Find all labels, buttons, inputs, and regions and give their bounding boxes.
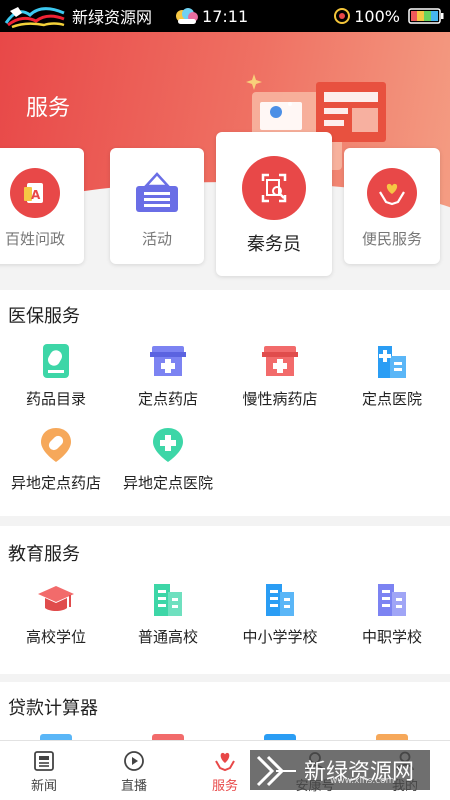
nav-service[interactable]: 服务 xyxy=(195,749,255,794)
nav-news[interactable]: 新闻 xyxy=(14,749,74,794)
news-icon xyxy=(34,751,54,771)
card-label: 百姓问政 xyxy=(4,230,65,248)
service-heart-icon xyxy=(215,752,235,772)
medicine-catalog-icon xyxy=(43,344,69,378)
section-title: 医保服务 xyxy=(8,306,80,327)
card-label: 活动 xyxy=(141,230,172,248)
status-time: 17:11 xyxy=(202,6,249,26)
grid-label: 慢性病药店 xyxy=(242,390,318,408)
grid-label: 异地定点药店 xyxy=(10,474,101,492)
location-target-icon xyxy=(334,8,351,24)
card-bianmin-fuwu[interactable]: 便民服务 xyxy=(344,148,440,264)
battery-icon xyxy=(408,8,444,24)
section-title: 教育服务 xyxy=(8,544,80,565)
grid-label: 异地定点医院 xyxy=(122,474,213,492)
grid-item-remote-pharmacy[interactable]: 异地定点药店 xyxy=(0,426,112,493)
section-title: 贷款计算器 xyxy=(8,698,98,719)
watermark-sub: www.xlhs.com xyxy=(330,776,395,786)
battery-percent: 100% xyxy=(354,6,400,26)
nav-label: 新闻 xyxy=(30,779,57,794)
remote-pharmacy-icon xyxy=(41,428,71,462)
heart-hands-icon xyxy=(367,168,417,218)
grid-label: 定点药店 xyxy=(137,390,198,408)
grid-label: 中小学学校 xyxy=(242,628,318,646)
graduation-cap-icon xyxy=(38,586,74,611)
search-document-icon xyxy=(242,156,306,220)
grid-item-remote-hospital[interactable]: 异地定点医院 xyxy=(112,426,224,493)
grid-label: 药品目录 xyxy=(25,390,86,408)
weather-balloon-icon xyxy=(176,8,199,24)
nav-label: 直播 xyxy=(120,779,147,794)
grid-item-primary-school[interactable]: 中小学学校 xyxy=(224,580,336,647)
pharmacy-icon xyxy=(150,346,186,376)
school-building-icon xyxy=(266,584,294,616)
nav-label: 服务 xyxy=(211,779,238,794)
education-section: 教育服务 高校学位 普通高校 中小学学校 中职学校 xyxy=(0,526,450,674)
status-bar: 新绿资源网 17:11 100% xyxy=(0,0,450,32)
grid-label: 定点医院 xyxy=(361,390,422,408)
document-a-icon: A xyxy=(10,168,60,218)
svg-text:A: A xyxy=(31,188,41,202)
grid-label: 中职学校 xyxy=(361,628,422,646)
card-baixing-wenzheng[interactable]: A 百姓问政 xyxy=(0,148,84,264)
grid-item-pharmacy[interactable]: 定点药店 xyxy=(112,342,224,409)
grid-item-vocational-school[interactable]: 中职学校 xyxy=(336,580,448,647)
signboard-icon xyxy=(132,168,182,218)
medical-section: 医保服务 药品目录 定点药店 慢性病药店 定点医院 异地定点药店 异地定点医院 xyxy=(0,290,450,516)
grid-item-university-degree[interactable]: 高校学位 xyxy=(0,580,112,647)
site-logo-icon xyxy=(4,7,65,29)
nav-live[interactable]: 直播 xyxy=(104,749,164,794)
grid-item-college[interactable]: 普通高校 xyxy=(112,580,224,647)
loan-section: 贷款计算器 xyxy=(0,682,450,742)
grid-item-chronic-pharmacy[interactable]: 慢性病药店 xyxy=(224,342,336,409)
grid-item-hospital[interactable]: 定点医院 xyxy=(336,342,448,409)
grid-label: 普通高校 xyxy=(137,628,198,646)
remote-hospital-icon xyxy=(153,428,183,462)
hospital-icon xyxy=(378,346,406,378)
play-icon xyxy=(124,751,144,771)
card-qinwuyuan[interactable]: 秦务员 xyxy=(216,132,332,276)
watermark: 新绿资源网 www.xlhs.com xyxy=(250,750,430,790)
grid-label: 高校学位 xyxy=(25,628,86,646)
card-activity[interactable]: 活动 xyxy=(110,148,204,264)
card-label: 秦务员 xyxy=(247,234,301,255)
page-title: 服务 xyxy=(26,96,71,121)
card-label: 便民服务 xyxy=(361,230,422,248)
chronic-pharmacy-icon xyxy=(262,346,298,376)
college-building-icon xyxy=(154,584,182,616)
vocational-school-icon xyxy=(378,584,406,616)
site-name: 新绿资源网 xyxy=(72,8,153,27)
watermark-logo-icon xyxy=(256,755,296,787)
grid-item-drug-catalog[interactable]: 药品目录 xyxy=(0,342,112,409)
